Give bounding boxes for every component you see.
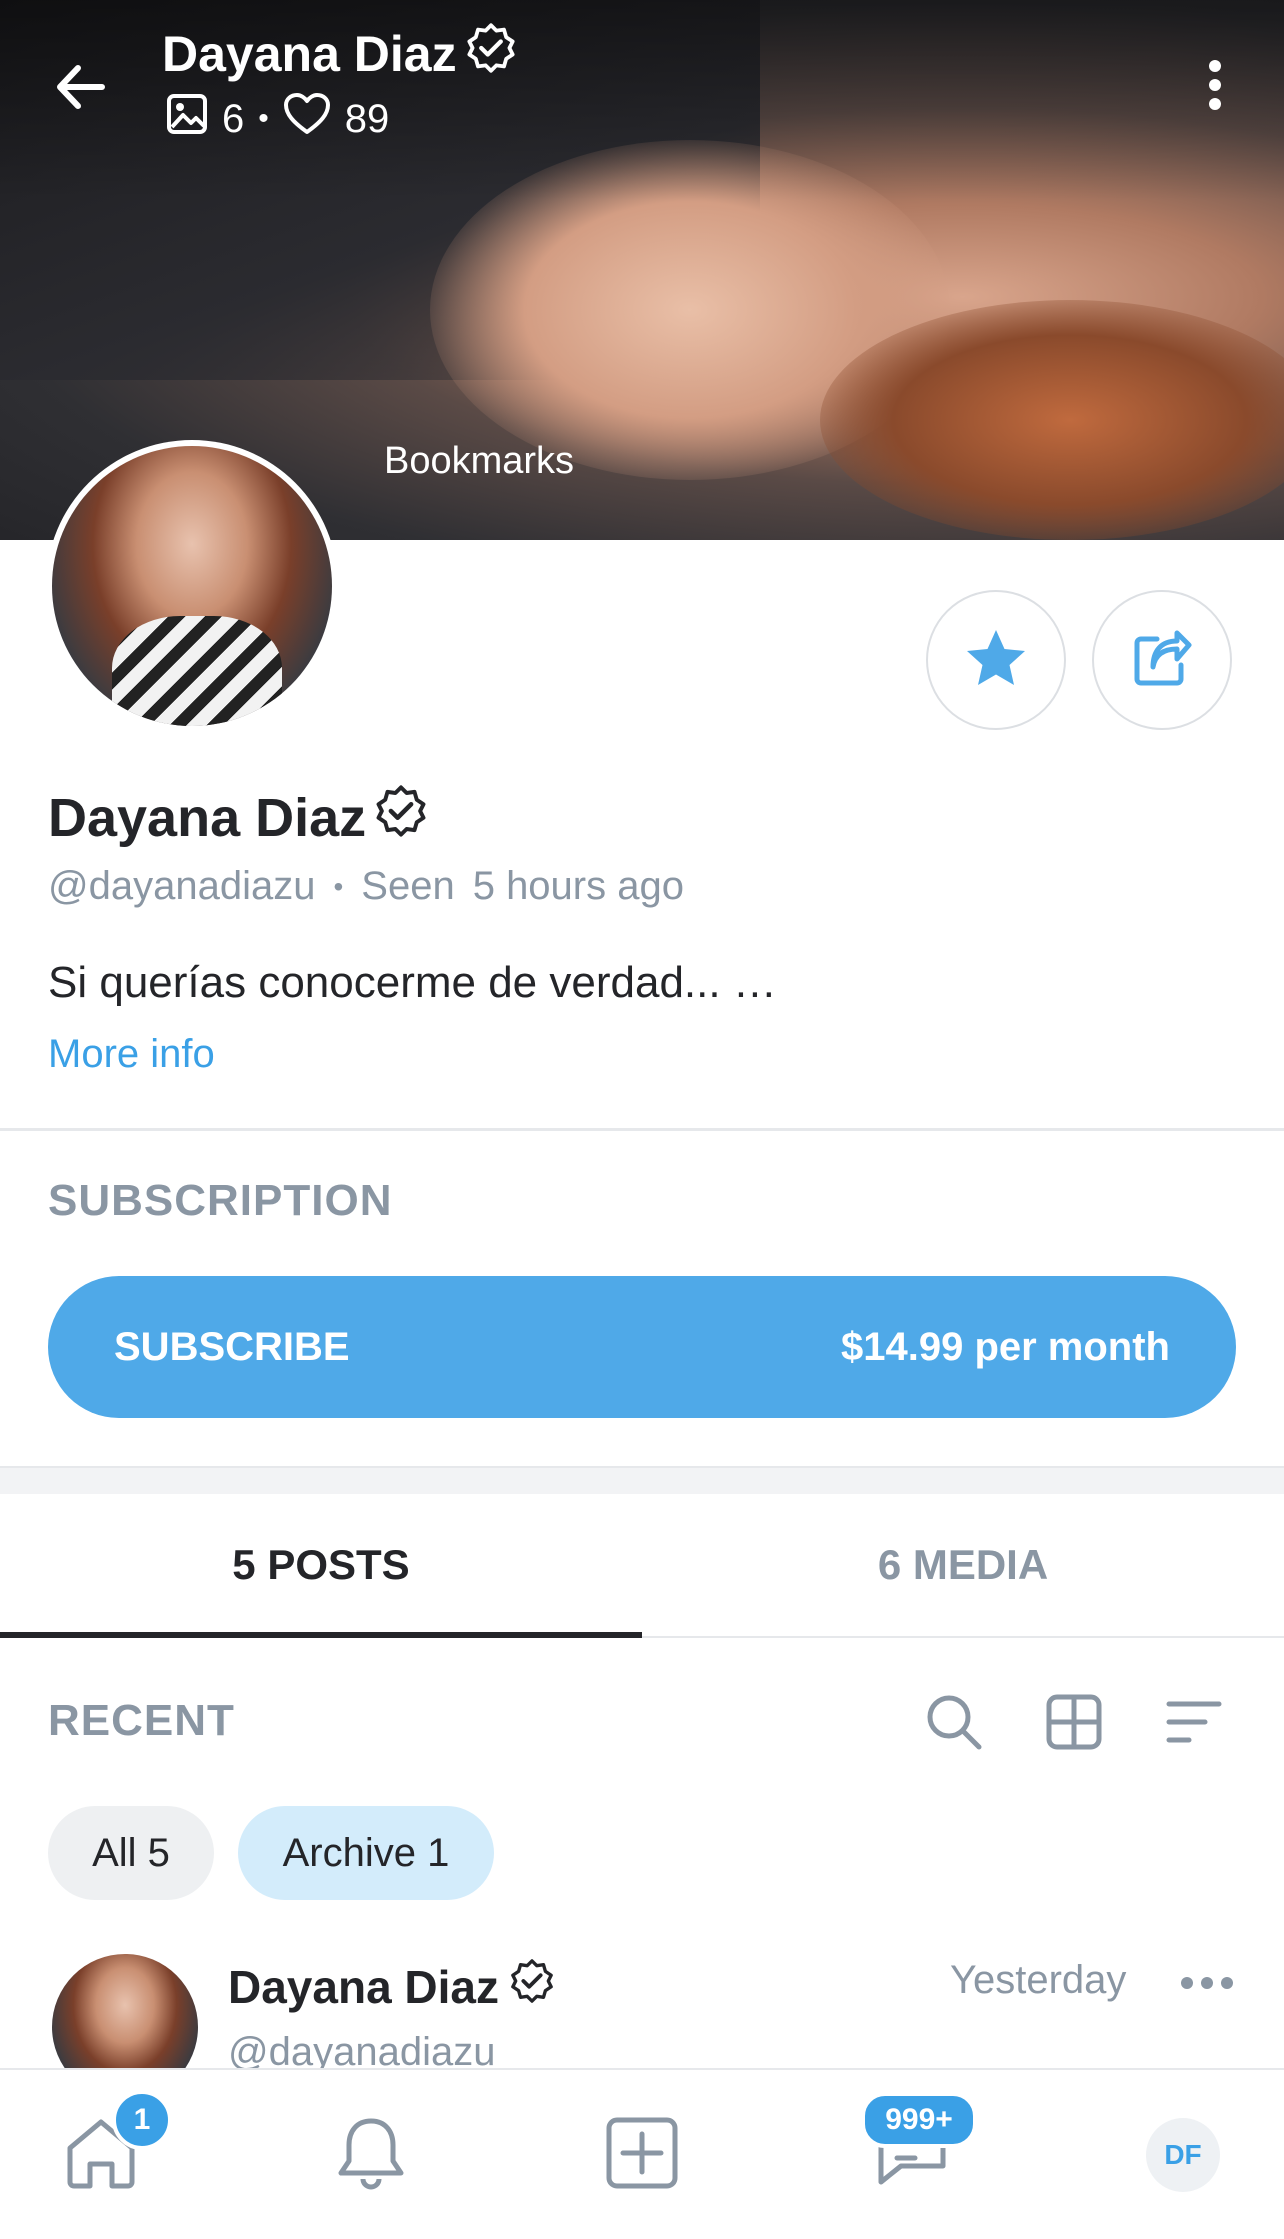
likes-count: 89 <box>344 96 390 141</box>
avatar <box>52 446 332 726</box>
nav-home[interactable]: 1 <box>56 2090 172 2200</box>
header-title-text: Dayana Diaz <box>162 26 457 82</box>
photos-count: 6 <box>222 96 245 141</box>
more-vertical-icon[interactable] <box>1200 58 1230 112</box>
subscription-title: SUBSCRIPTION <box>48 1176 393 1225</box>
subscribe-label: SUBSCRIBE <box>114 1324 350 1369</box>
post-time: Yesterday <box>950 1958 1127 2002</box>
subscribe-button[interactable]: SUBSCRIBE $14.99 per month <box>48 1276 1236 1418</box>
stats-separator: • <box>258 102 269 135</box>
profile-initials-avatar: DF <box>1146 2118 1220 2192</box>
more-horizontal-icon[interactable] <box>1180 1968 1234 1998</box>
verified-icon <box>374 784 428 851</box>
heart-icon <box>283 92 331 146</box>
profile-meta: @dayanadiazu • Seen 5 hours ago <box>48 864 684 909</box>
header-stats: 6 • 89 <box>166 92 389 146</box>
filter-all[interactable]: All 5 <box>48 1806 214 1900</box>
more-info-link[interactable]: More info <box>48 1032 215 1077</box>
tab-media-label: 6 MEDIA <box>877 1541 1049 1588</box>
bell-icon <box>331 2113 411 2198</box>
section-gap <box>0 1468 1284 1494</box>
search-icon[interactable] <box>922 1690 986 1754</box>
profile-avatar[interactable] <box>46 440 338 732</box>
profile-bio: Si querías conocerme de verdad... … <box>48 958 777 1007</box>
profile-handle: @dayanadiazu <box>48 864 316 908</box>
active-tab-indicator <box>0 1632 642 1638</box>
profile-name-text: Dayana Diaz <box>48 787 367 848</box>
cover-label: Bookmarks <box>384 440 575 482</box>
verified-icon <box>465 22 517 86</box>
filter-archive-label: Archive 1 <box>282 1830 450 1875</box>
verified-icon <box>509 1958 555 2015</box>
tab-media[interactable]: 6 MEDIA <box>642 1494 1284 1636</box>
share-icon <box>1131 627 1193 694</box>
seen-time: 5 hours ago <box>472 864 684 908</box>
header-title: Dayana Diaz <box>162 22 517 86</box>
nav-messages[interactable]: 999+ <box>861 2092 977 2200</box>
post-author[interactable]: Dayana Diaz <box>228 1958 555 2015</box>
favorite-button[interactable] <box>926 590 1066 730</box>
meta-separator: • <box>333 870 344 902</box>
sort-icon[interactable] <box>1162 1690 1226 1754</box>
profile-name: Dayana Diaz <box>48 784 428 851</box>
post-author-name: Dayana Diaz <box>228 1960 500 2013</box>
filter-archive[interactable]: Archive 1 <box>238 1806 494 1900</box>
nav-notifications[interactable] <box>326 2110 416 2200</box>
bottom-nav: 1 999+ DF <box>0 2068 1284 2239</box>
star-icon <box>963 626 1029 695</box>
image-icon <box>166 93 208 145</box>
home-badge: 1 <box>112 2090 172 2150</box>
seen-label: Seen <box>361 864 455 908</box>
nav-profile[interactable]: DF <box>1138 2110 1228 2200</box>
tab-posts[interactable]: 5 POSTS <box>0 1494 642 1636</box>
share-button[interactable] <box>1092 590 1232 730</box>
filter-all-label: All 5 <box>92 1830 170 1875</box>
grid-icon[interactable] <box>1042 1690 1106 1754</box>
recent-title: RECENT <box>48 1696 235 1745</box>
nav-add-post[interactable] <box>597 2110 687 2200</box>
tab-posts-label: 5 POSTS <box>232 1541 410 1588</box>
divider <box>0 1128 1284 1131</box>
subscribe-price: $14.99 per month <box>840 1324 1170 1369</box>
add-post-icon <box>605 2116 679 2195</box>
back-arrow-icon[interactable] <box>52 60 112 114</box>
messages-badge: 999+ <box>861 2092 977 2148</box>
